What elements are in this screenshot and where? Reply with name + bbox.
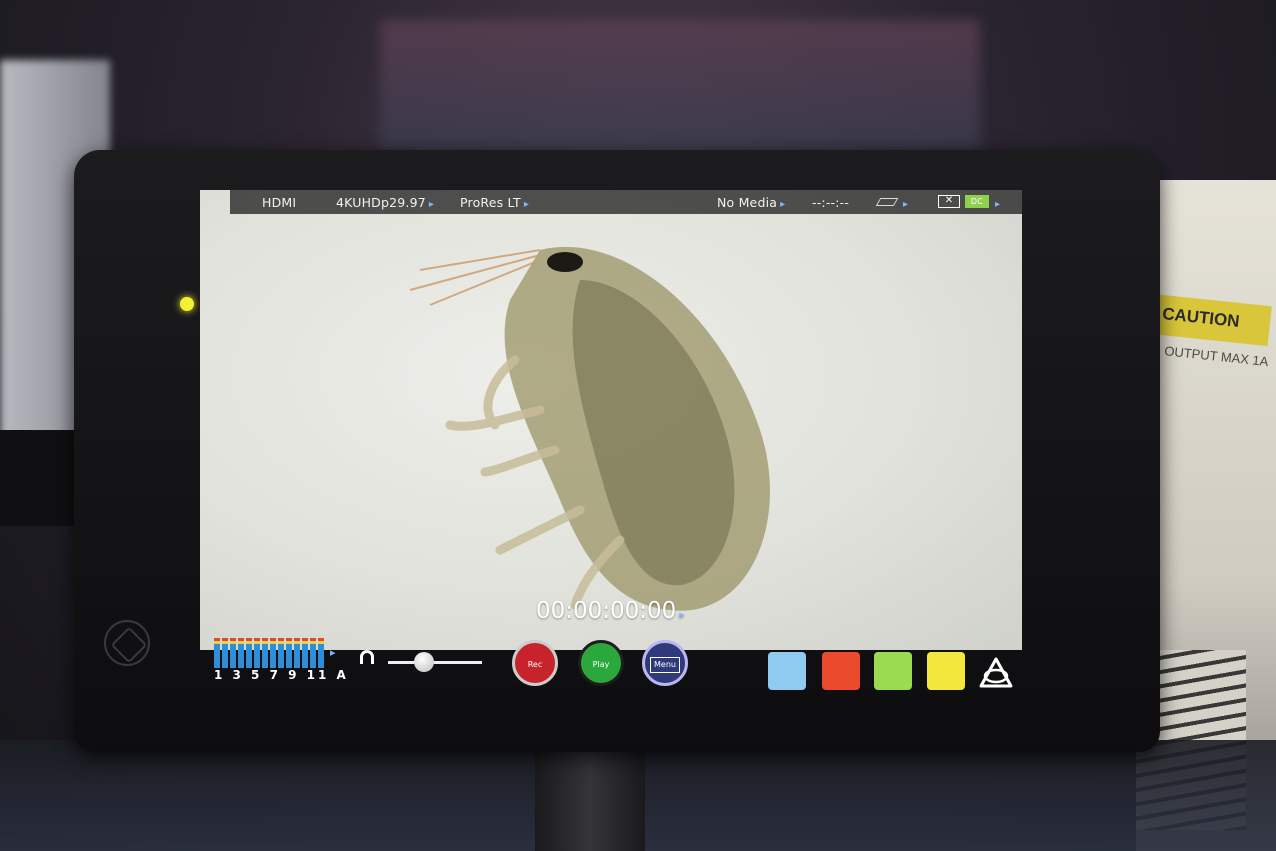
chevron-right-icon[interactable]: ▸ — [330, 646, 336, 659]
chevron-right-icon: ▸ — [780, 199, 786, 210]
monitor-stand — [535, 735, 645, 851]
audio-meter-bar — [318, 638, 324, 668]
monitor-screen[interactable]: HDMI 4KUHDp29.97 ▸ ProRes LT ▸ No Media ▸ -… — [200, 190, 1022, 650]
background-blur-top — [380, 20, 980, 150]
audio-meters[interactable] — [214, 636, 326, 668]
record-button[interactable]: Rec — [512, 640, 558, 686]
audio-meter-bar — [270, 638, 276, 668]
video-format[interactable]: 4KUHDp29.97 ▸ — [336, 195, 434, 210]
audio-meter-bar — [302, 638, 308, 668]
atomos-logo-icon[interactable] — [978, 656, 1014, 690]
headphone-icon — [360, 650, 374, 664]
battery-empty-icon[interactable]: ✕ — [938, 195, 960, 208]
audio-meter-bar — [254, 638, 260, 668]
focus-target-tool-button[interactable] — [822, 652, 860, 690]
bezel-logo-icon — [104, 620, 150, 666]
audio-meter-bar — [214, 638, 220, 668]
lut-menu-tool-button[interactable] — [927, 652, 965, 690]
audio-meter-bar — [286, 638, 292, 668]
audio-meter-bar — [246, 638, 252, 668]
chevron-right-icon: ▸ — [903, 199, 909, 210]
frame-guides-tool-button[interactable] — [874, 652, 912, 690]
chevron-right-icon: ▸ — [523, 199, 530, 210]
menu-button[interactable]: Menu — [642, 640, 688, 686]
audio-meter-bar — [238, 638, 244, 668]
chevron-right-icon: ▸ — [995, 199, 1001, 210]
audio-meter-bar — [262, 638, 268, 668]
codec-setting[interactable]: ProRes LT ▸ — [460, 195, 529, 210]
field-monitor: HDMI 4KUHDp29.97 ▸ ProRes LT ▸ No Media ▸ -… — [74, 150, 1160, 752]
audio-meter-bar — [230, 638, 236, 668]
audio-meter-bar — [278, 638, 284, 668]
battery-dc-icon[interactable]: DC — [965, 195, 989, 208]
power-led — [180, 297, 194, 311]
play-button[interactable]: Play — [578, 640, 624, 686]
disk-icon[interactable] — [875, 198, 899, 206]
audio-channel-labels: 1 3 5 7 9 11 A — [214, 668, 349, 682]
audio-meter-bar — [294, 638, 300, 668]
chevron-right-icon: ▸ — [679, 610, 685, 621]
amphipod-specimen-image — [409, 246, 770, 611]
volume-slider-track[interactable] — [388, 661, 482, 664]
media-status[interactable]: No Media ▸ — [717, 195, 785, 210]
input-source[interactable]: HDMI — [262, 195, 296, 210]
audio-meter-bar — [310, 638, 316, 668]
volume-slider-knob[interactable] — [414, 652, 434, 672]
menu-button-label: Menu — [650, 657, 680, 673]
chevron-right-icon: ▸ — [428, 199, 435, 210]
status-bar: HDMI 4KUHDp29.97 ▸ ProRes LT ▸ No Media ▸ -… — [230, 190, 1022, 214]
audio-meter-bar — [222, 638, 228, 668]
waveform-tool-button[interactable] — [768, 652, 806, 690]
timecode-display[interactable]: 00:00:00:00 ▸ — [536, 598, 684, 624]
remaining-time: --:--:-- — [812, 195, 850, 210]
